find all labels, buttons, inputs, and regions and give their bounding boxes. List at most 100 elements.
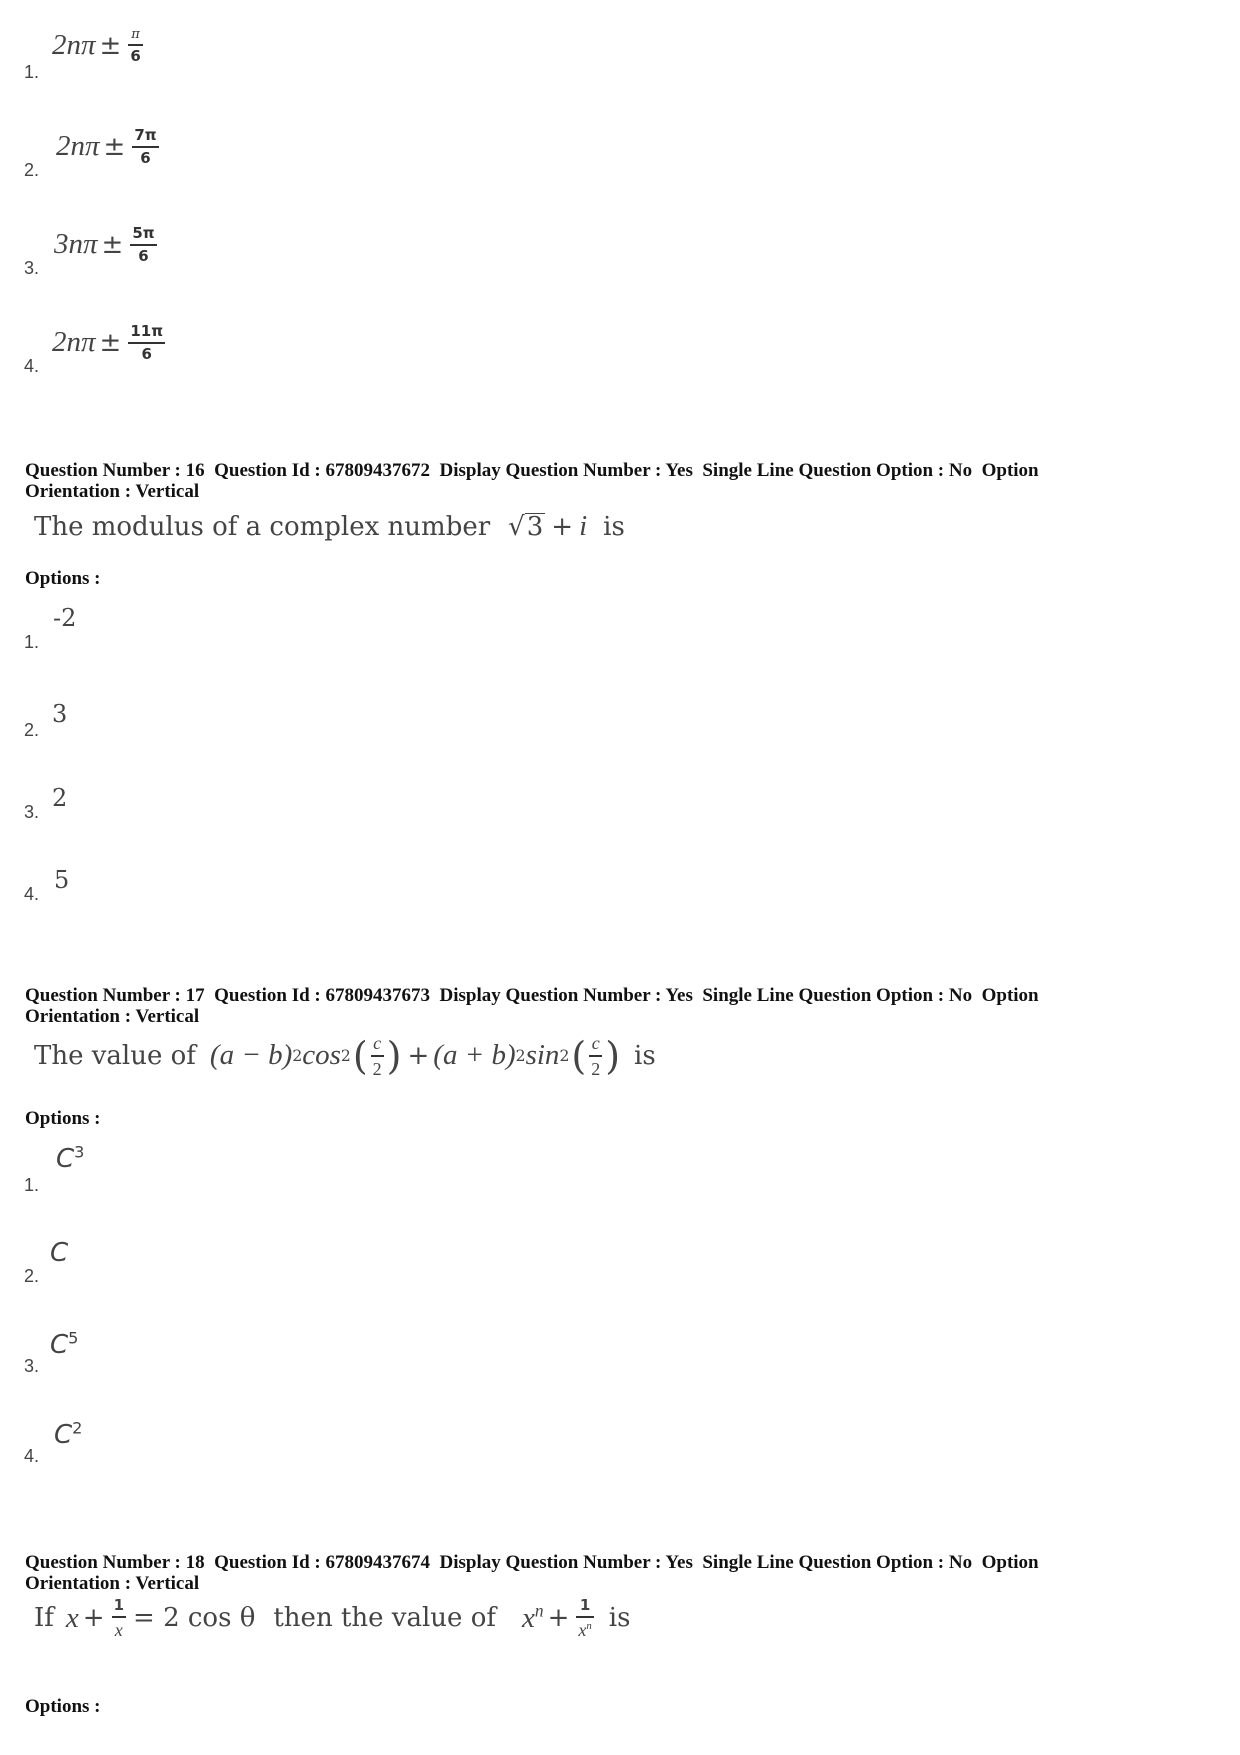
expression-coefficient: 2nπ (52, 326, 96, 359)
question-text-prefix: The value of (34, 1040, 196, 1071)
equals-rhs: = 2 cos θ (133, 1603, 256, 1634)
option-number: 4. (24, 1446, 40, 1466)
option-number: 1. (24, 1175, 40, 1195)
fraction-denominator: x (114, 1619, 123, 1640)
fraction-numerator: c (591, 1033, 600, 1053)
square-root: √ 3 (508, 511, 546, 543)
option-number: 1. (24, 632, 40, 652)
fraction-bar (589, 1055, 603, 1057)
option-expression: 2nπ ± 7π 6 (56, 128, 162, 166)
option-number: 2. (24, 1266, 40, 1286)
fraction: 1 x (111, 1596, 127, 1640)
option-base: C (50, 1238, 69, 1268)
option-expression: 3nπ ± 5π 6 (54, 226, 160, 264)
expression-coefficient: 2nπ (56, 130, 100, 163)
option-value: C3 (56, 1144, 84, 1174)
option-value: C (50, 1238, 68, 1268)
plus-minus-sign: ± (103, 131, 126, 162)
base: x (521, 1601, 535, 1634)
option-expression: 2nπ ± 11π 6 (52, 324, 168, 362)
fraction-bar (128, 44, 143, 46)
plus-sign: + (547, 1603, 570, 1634)
fraction-bar (111, 1616, 127, 1618)
expression-coefficient: 2nπ (52, 29, 96, 62)
plus-sign: + (82, 1603, 105, 1634)
fraction: 7π 6 (132, 126, 159, 167)
fraction: π 6 (128, 27, 143, 65)
fraction-numerator: π (131, 27, 140, 42)
question-meta-line: Question Number : 17 Question Id : 67809… (25, 985, 1039, 1006)
question-text: The modulus of a complex number √ 3 + i … (34, 510, 625, 543)
options-label: Options : (25, 1108, 101, 1129)
imaginary-unit: i (579, 510, 588, 542)
right-paren: ) (386, 1033, 402, 1078)
fraction-denominator: 6 (140, 148, 151, 167)
exponent: n (586, 1619, 592, 1632)
variable-x: x (65, 1601, 79, 1634)
fraction-numerator: 1 (579, 1596, 591, 1614)
option-exponent: 3 (74, 1142, 85, 1162)
question-text: The value of (a − b) 2 cos 2 ( c 2 ) + (… (34, 1033, 656, 1079)
radicand: 3 (524, 512, 546, 543)
fraction-denominator: 6 (130, 46, 141, 65)
option-base: C (50, 1330, 69, 1360)
plus-sign: + (551, 511, 574, 542)
question-text-prefix: The modulus of a complex number (34, 511, 491, 542)
question-text: If x + 1 x = 2 cos θ then the value of x… (34, 1598, 630, 1639)
question-header: Question Number : 17 Question Id : 67809… (25, 985, 1205, 1027)
term-a-minus-b: (a − b) (209, 1039, 293, 1072)
exponent: n (534, 1600, 544, 1621)
option-value: 5 (54, 866, 70, 894)
fraction-numerator: 5π (132, 224, 155, 242)
option-value: 3 (52, 700, 68, 728)
plus-minus-sign: ± (99, 30, 122, 61)
fraction-denominator: 2 (372, 1058, 382, 1079)
option-exponent: 2 (72, 1418, 83, 1438)
plus-minus-sign: ± (101, 229, 124, 260)
question-meta-orientation: Orientation : Vertical (25, 1006, 200, 1027)
fraction-numerator: 7π (134, 126, 157, 144)
option-number: 1. (24, 62, 40, 82)
question-text-suffix: is (608, 1603, 631, 1634)
function-cos: cos (302, 1039, 341, 1072)
option-number: 3. (24, 258, 40, 278)
left-paren: ( (571, 1033, 587, 1078)
fraction-bar (576, 1616, 594, 1618)
plus-sign: + (407, 1040, 430, 1071)
option-expression: 2nπ ± π 6 (52, 28, 146, 64)
option-number: 3. (24, 802, 40, 822)
parenthesized-fraction: ( c 2 ) (353, 1034, 402, 1078)
fraction-denominator: 6 (138, 246, 149, 265)
fraction-denominator: 2 (591, 1058, 601, 1079)
option-base: C (54, 1420, 73, 1450)
option-number: 4. (24, 356, 40, 376)
option-value: 2 (52, 784, 68, 812)
question-meta-line: Question Number : 18 Question Id : 67809… (25, 1552, 1039, 1573)
options-label: Options : (25, 1696, 101, 1717)
expression-coefficient: 3nπ (54, 228, 98, 261)
radical-sign-icon: √ (508, 511, 525, 542)
option-base: C (56, 1144, 75, 1174)
question-text-suffix: is (603, 511, 625, 542)
option-exponent: 5 (68, 1328, 79, 1348)
right-paren: ) (605, 1033, 621, 1078)
fraction-denominator: xn (576, 1619, 593, 1638)
fraction-bar (128, 342, 166, 344)
fraction: c 2 (370, 1034, 384, 1079)
question-header: Question Number : 16 Question Id : 67809… (25, 460, 1205, 502)
option-value: C5 (50, 1330, 78, 1360)
fraction-bar (370, 1055, 384, 1057)
option-number: 2. (24, 160, 40, 180)
left-paren: ( (352, 1033, 368, 1078)
fraction: c 2 (589, 1033, 603, 1079)
fraction-bar (132, 146, 159, 148)
fraction-denominator: 6 (141, 344, 152, 363)
question-text-middle: then the value of (273, 1603, 496, 1634)
question-meta-line: Question Number : 16 Question Id : 67809… (25, 460, 1039, 481)
fraction: 11π 6 (128, 322, 166, 363)
fraction-numerator: 11π (130, 322, 164, 340)
option-value: C2 (54, 1420, 82, 1450)
fraction-numerator: 1 (113, 1596, 125, 1614)
function-sin: sin (525, 1039, 560, 1072)
question-text-suffix: is (634, 1040, 656, 1071)
